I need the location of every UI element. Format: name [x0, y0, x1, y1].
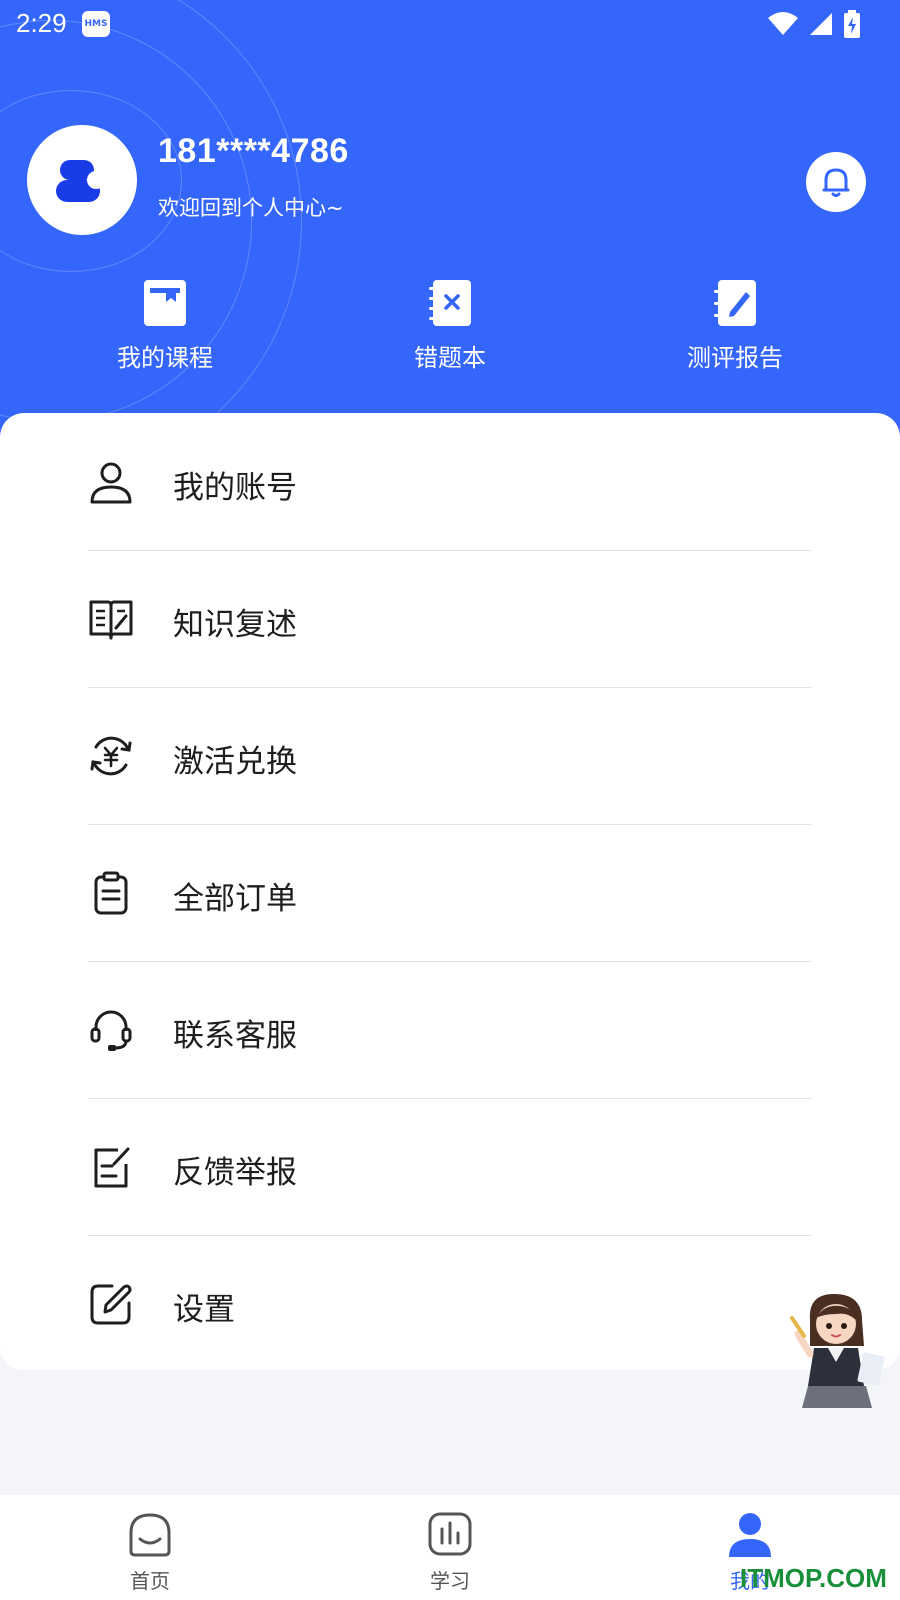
- menu-item-label: 联系客服: [173, 1018, 297, 1054]
- quick-link-label: 我的课程: [117, 344, 213, 372]
- quick-link-label: 测评报告: [687, 344, 783, 372]
- menu-item-label: 我的账号: [173, 470, 297, 506]
- welcome-text: 欢迎回到个人中心~: [158, 196, 344, 220]
- menu-item-all-orders[interactable]: 全部订单: [88, 824, 812, 961]
- edit-square-icon: [90, 1284, 132, 1325]
- notification-button[interactable]: [806, 152, 866, 212]
- menu-item-label: 反馈举报: [173, 1155, 297, 1191]
- menu-item-contact-support[interactable]: 联系客服: [88, 961, 812, 1098]
- menu-item-label: 激活兑换: [173, 744, 297, 780]
- status-icons: [768, 10, 860, 38]
- status-time: 2:29: [16, 8, 67, 38]
- open-book-icon: [89, 600, 133, 640]
- feedback-icon: [94, 1147, 130, 1188]
- avatar[interactable]: [27, 125, 137, 235]
- chart-icon: [428, 1512, 472, 1556]
- headset-icon: [90, 1010, 132, 1051]
- app-logo-icon: [56, 160, 105, 202]
- watermark: ITMOP.COM: [740, 1563, 887, 1593]
- clipboard-icon: [94, 871, 128, 915]
- user-phone: 181****4786: [158, 132, 349, 170]
- menu-item-knowledge-review[interactable]: 知识复述: [88, 550, 812, 687]
- quick-link-label: 错题本: [414, 344, 486, 372]
- quick-link-assessment-report[interactable]: 测评报告: [645, 278, 825, 373]
- user-icon: [90, 462, 132, 504]
- tab-home[interactable]: 首页: [50, 1495, 250, 1600]
- bell-icon: [822, 168, 850, 197]
- tab-label: 学习: [430, 1569, 470, 1593]
- person-icon: [729, 1513, 771, 1557]
- tab-label: 首页: [130, 1569, 170, 1593]
- quick-link-mistake-book[interactable]: 错题本: [360, 278, 540, 373]
- battery-icon: [844, 10, 860, 38]
- wifi-icon: [768, 12, 798, 35]
- status-bar: 2:29 HMS: [0, 0, 900, 48]
- tab-study[interactable]: 学习: [350, 1495, 550, 1600]
- profile-header: 2:29 HMS 181****4786 欢迎回到个人中心~ 我的课程 错题本 …: [0, 0, 900, 440]
- mascot-girl-icon: [790, 1294, 885, 1408]
- menu-item-activate-redeem[interactable]: 激活兑换: [88, 687, 812, 824]
- signal-icon: [810, 13, 832, 35]
- yuan-exchange-icon: [90, 736, 132, 776]
- menu-item-label: 全部订单: [173, 881, 297, 917]
- menu-item-my-account[interactable]: 我的账号: [88, 413, 812, 550]
- menu-item-label: 知识复述: [173, 607, 297, 643]
- mascot-assistant[interactable]: [788, 1290, 888, 1414]
- home-icon: [129, 1513, 171, 1557]
- report-edit-icon: [714, 280, 756, 326]
- menu-item-settings[interactable]: 设置: [88, 1235, 812, 1372]
- quick-link-my-courses[interactable]: 我的课程: [75, 278, 255, 373]
- menu-item-feedback-report[interactable]: 反馈举报: [88, 1098, 812, 1235]
- hms-badge: HMS: [82, 11, 110, 37]
- book-icon: [144, 280, 186, 326]
- mistake-notebook-icon: [429, 280, 471, 326]
- menu-item-label: 设置: [173, 1292, 235, 1328]
